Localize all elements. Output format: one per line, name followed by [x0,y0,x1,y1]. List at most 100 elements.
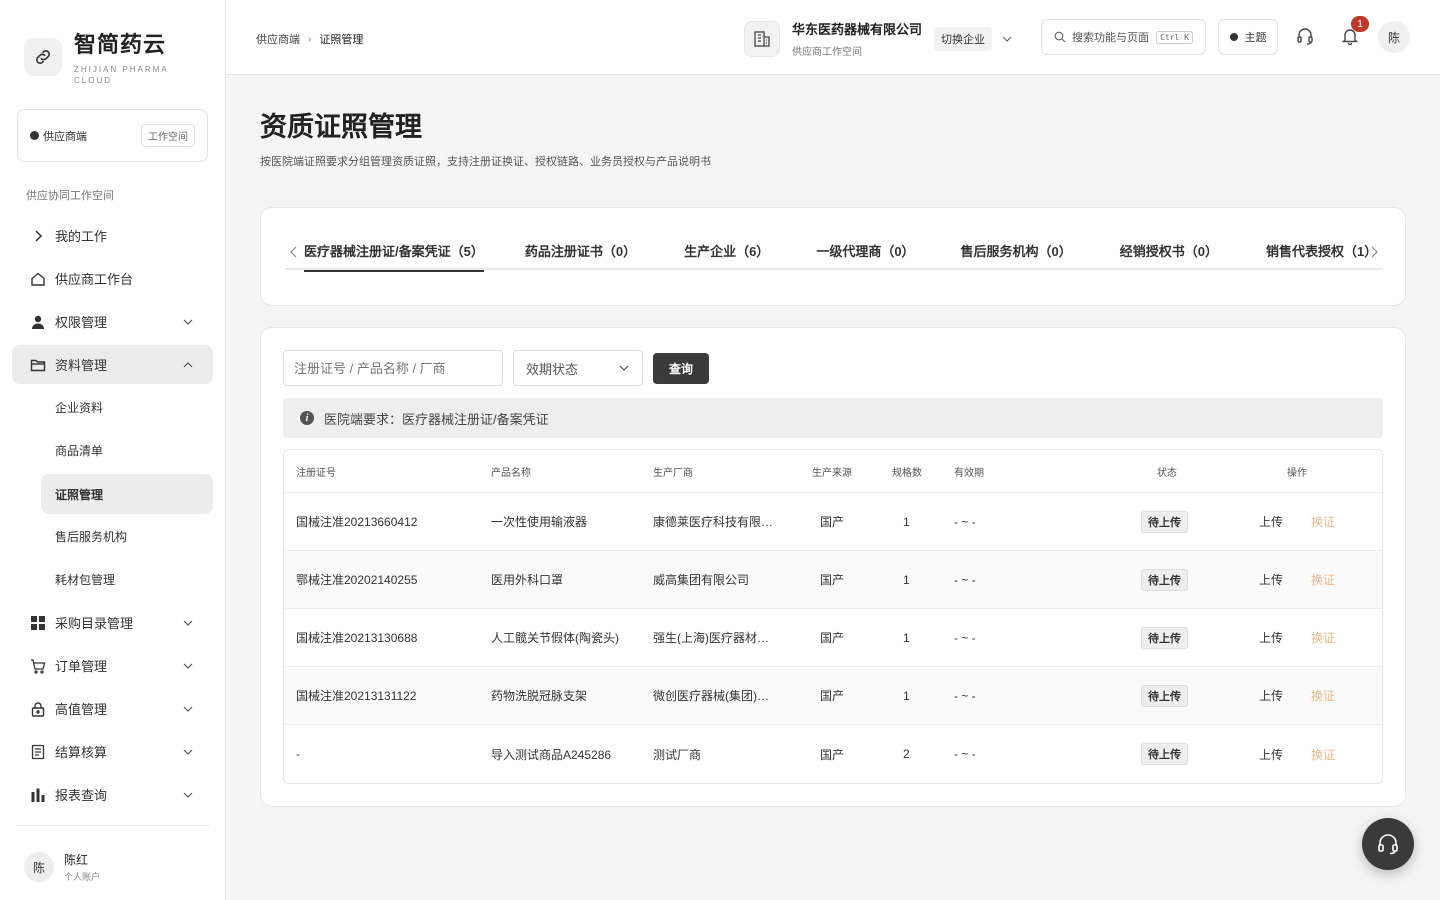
cell-reg-no: 国械注准20213660412 [296,515,418,529]
cell-specs: 1 [903,630,910,645]
bar-chart-icon [30,787,46,803]
building-icon [744,20,780,57]
chevron-up-icon [183,361,193,367]
sidebar-item-supplier-dashboard[interactable]: 供应商工作台 [12,257,213,300]
headset-icon[interactable] [1294,25,1316,47]
upload-link[interactable]: 上传 [1259,746,1283,763]
user-name: 陈红 [64,853,89,867]
info-icon: i [300,411,314,425]
chevron-down-icon [183,706,193,712]
sidebar-item-label: 供应商工作台 [55,272,134,287]
home-icon [30,271,46,287]
breadcrumb-item-current: 证照管理 [319,34,364,46]
upload-link[interactable]: 上传 [1259,629,1283,646]
tab-device-registration[interactable]: 医疗器械注册证/备案凭证（5） [304,230,484,272]
notification-badge: 1 [1351,16,1369,32]
cell-maker: 强生(上海)医疗器材… [653,631,769,645]
column-header-reg-no: 注册证号 [296,467,336,479]
sidebar-item-permissions[interactable]: 权限管理 [12,300,213,343]
renew-license-link[interactable]: 换证 [1311,746,1335,763]
cell-product: 药物洗脱冠脉支架 [491,689,588,703]
user-subtitle: 个人账户 [64,872,101,882]
breadcrumb: 供应商端 › 证照管理 [256,31,363,47]
support-chat-button[interactable] [1362,818,1414,870]
link-logo-icon [24,38,62,76]
status-badge: 待上传 [1141,510,1188,533]
avatar[interactable]: 陈 [1378,21,1410,53]
topbar: 供应商端 › 证照管理 华东医药器械有限公司 供应商工作空间 切换企业 搜索功能… [226,0,1440,75]
page-description: 按医院端证照要求分组管理资质证照，支持注册证换证、授权链路、业务员授权与产品说明… [260,156,711,168]
sidebar-item-data-management[interactable]: 资料管理 [12,345,213,384]
workspace-dot-icon [30,131,39,140]
license-tabs: 医疗器械注册证/备案凭证（5） 药品注册证书（0） 生产企业（6） 一级代理商（… [285,230,1383,272]
upload-link[interactable]: 上传 [1259,687,1283,704]
sidebar-subitem-license-management[interactable]: 证照管理 [41,474,213,514]
notice-text: 医院端要求：医疗器械注册证/备案凭证 [324,411,549,427]
cell-reg-no: - [296,747,300,761]
sidebar-subitem-consumable-packs[interactable]: 耗材包管理 [12,558,213,601]
theme-toggle-button[interactable]: 主题 [1218,19,1278,55]
validity-status-select[interactable]: 效期状态 [513,350,643,386]
sidebar-item-label: 结算核算 [55,745,108,760]
tab-distribution-auth[interactable]: 经销授权书（0） [1120,230,1218,270]
lock-icon [30,701,46,717]
table-row: 国械注准20213130688 人工髋关节假体(陶瓷头) 强生(上海)医疗器材…… [284,609,1382,667]
sidebar-section-title: 供应协同工作空间 [26,190,114,202]
cell-reg-no: 国械注准20213130688 [296,631,418,645]
chevron-down-icon[interactable] [1002,34,1012,44]
query-button[interactable]: 查询 [653,353,709,384]
cell-reg-no: 鄂械注准20202140255 [296,573,418,587]
breadcrumb-item-supplier[interactable]: 供应商端 [256,31,300,47]
keyword-search-input[interactable] [283,350,503,386]
cell-maker: 康德莱医疗科技有限… [653,515,774,529]
tab-sales-rep-auth[interactable]: 销售代表授权（1） [1266,230,1377,270]
theme-label: 主题 [1244,32,1267,44]
tab-after-sales[interactable]: 售后服务机构（0） [961,230,1072,270]
cell-validity: - ~ - [954,572,976,587]
sidebar-subitem-company-info[interactable]: 企业资料 [12,386,213,429]
renew-license-link[interactable]: 换证 [1311,513,1335,530]
tab-manufacturer[interactable]: 生产企业（6） [684,230,769,270]
sidebar-item-catalog[interactable]: 采购目录管理 [12,601,213,644]
column-header-action: 操作 [1287,467,1307,479]
sidebar-subitem-after-sales[interactable]: 售后服务机构 [12,515,213,558]
company-subtitle: 供应商工作空间 [792,47,862,58]
column-header-status: 状态 [1157,467,1177,479]
brand-name: 智简药云 [74,32,167,57]
column-header-origin: 生产来源 [812,467,852,479]
table-row: 国械注准20213660412 一次性使用输液器 康德莱医疗科技有限… 国产 1… [284,493,1382,551]
global-search[interactable]: 搜索功能与页面 Ctrl K [1041,19,1206,55]
switch-company-button[interactable]: 切换企业 [934,26,993,51]
sidebar-item-label: 订单管理 [55,659,108,674]
sidebar-nav: 我的工作 供应商工作台 权限管理 资料管理 企业资料 商品清单 证照管理 售后服… [12,214,213,816]
cell-reg-no: 国械注准20213131122 [296,689,417,703]
sidebar-item-high-value[interactable]: 高值管理 [12,687,213,730]
upload-link[interactable]: 上传 [1259,571,1283,588]
cell-product: 人工髋关节假体(陶瓷头) [491,631,619,645]
renew-license-link[interactable]: 换证 [1311,629,1335,646]
chevron-down-icon [183,663,193,669]
sidebar-item-settlement[interactable]: 结算核算 [12,730,213,773]
tab-primary-agent[interactable]: 一级代理商（0） [816,230,914,270]
upload-link[interactable]: 上传 [1259,513,1283,530]
cell-origin: 国产 [820,515,845,529]
sidebar-subitem-product-list[interactable]: 商品清单 [12,429,213,472]
renew-license-link[interactable]: 换证 [1311,571,1335,588]
cell-specs: 1 [903,514,910,529]
search-shortcut: Ctrl K [1156,30,1193,44]
chevron-down-icon [183,792,193,798]
column-header-validity: 有效期 [954,467,984,479]
sidebar-item-orders[interactable]: 订单管理 [12,644,213,687]
chevron-right-icon [30,228,46,244]
workspace-button[interactable]: 工作空间 [141,124,195,147]
chevron-right-icon[interactable] [1369,246,1379,258]
cell-validity: - ~ - [954,630,976,645]
user-account[interactable]: 陈 陈红 个人账户 [24,851,100,883]
cell-product: 一次性使用输液器 [491,515,588,529]
sidebar-item-reports[interactable]: 报表查询 [12,773,213,816]
breadcrumb-separator-icon: › [308,33,312,45]
company-name: 华东医药器械有限公司 [792,22,923,37]
tab-drug-registration[interactable]: 药品注册证书（0） [525,230,636,270]
renew-license-link[interactable]: 换证 [1311,687,1335,704]
sidebar-item-my-work[interactable]: 我的工作 [12,214,213,257]
